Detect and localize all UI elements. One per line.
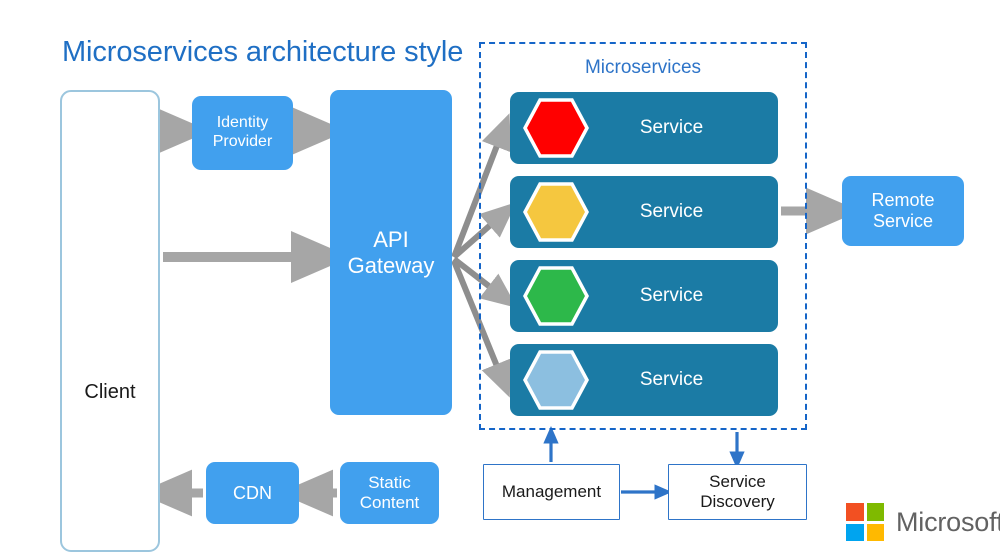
service-card-label: Service (639, 117, 704, 138)
node-management-label: Management (501, 482, 602, 502)
microsoft-logo: Microsoft (846, 503, 1000, 541)
node-cdn[interactable]: CDN (206, 462, 299, 524)
ms-square-green (866, 503, 884, 521)
node-client[interactable]: Client (60, 90, 160, 552)
service-card[interactable]: Service (510, 344, 778, 416)
node-api-gateway-label: API Gateway (348, 227, 435, 278)
ms-square-red (846, 503, 864, 521)
node-identity-provider-label-line1: Identity (216, 114, 269, 132)
hexagon-icon (523, 266, 589, 326)
node-static-content-label-line2: Content (359, 493, 420, 512)
node-static-content[interactable]: Static Content (340, 462, 439, 524)
service-card-label: Service (639, 285, 704, 306)
ms-square-yellow (866, 523, 884, 541)
node-api-gateway-label-line1: API (373, 226, 409, 252)
microsoft-logo-text: Microsoft (896, 506, 1000, 537)
page-title: Microservices architecture style (62, 36, 464, 68)
node-static-content-label: Static Content (360, 473, 420, 512)
hexagon-icon (523, 182, 589, 242)
node-service-discovery[interactable]: Service Discovery (668, 464, 807, 520)
node-identity-provider[interactable]: Identity Provider (192, 96, 293, 170)
node-remote-service-label-line2: Service (872, 211, 934, 231)
node-api-gateway-label-line2: Gateway (347, 252, 435, 278)
microservices-group-label: Microservices (584, 57, 702, 78)
service-card[interactable]: Service (510, 92, 778, 164)
node-remote-service[interactable]: Remote Service (842, 176, 964, 246)
diagram-canvas: Microservices architecture style Client … (0, 0, 1000, 560)
service-card[interactable]: Service (510, 176, 778, 248)
service-card[interactable]: Service (510, 260, 778, 332)
node-service-discovery-label-line2: Discovery (700, 492, 775, 511)
ms-square-blue (846, 523, 864, 541)
service-card-label: Service (639, 369, 704, 390)
node-api-gateway[interactable]: API Gateway (330, 90, 452, 415)
node-identity-provider-label-line2: Provider (212, 133, 273, 150)
hexagon-icon (523, 98, 589, 158)
node-remote-service-label-line1: Remote (871, 190, 935, 211)
microsoft-logo-icon (846, 503, 884, 541)
node-remote-service-label: Remote Service (871, 190, 934, 232)
node-management[interactable]: Management (483, 464, 620, 520)
node-identity-provider-label: Identity Provider (213, 114, 273, 151)
node-cdn-label: CDN (233, 482, 272, 503)
node-service-discovery-label: Service Discovery (700, 472, 775, 511)
node-service-discovery-label-line1: Service (709, 472, 766, 492)
node-client-label: Client (84, 381, 136, 404)
node-static-content-label-line1: Static (368, 473, 411, 493)
service-card-label: Service (639, 201, 704, 222)
hexagon-icon (523, 350, 589, 410)
